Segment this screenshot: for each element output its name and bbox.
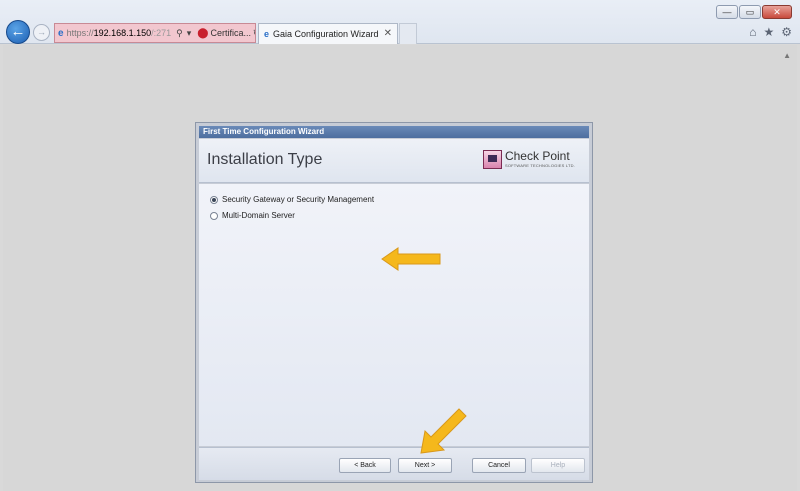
option-label[interactable]: Security Gateway or Security Management [222, 195, 374, 204]
check-point-logo-icon [482, 150, 502, 169]
browser-chrome: — ▭ ✕ ← → e https:// 192.168.1.150 /:271… [0, 0, 800, 44]
url-host: 192.168.1.150 [93, 28, 152, 38]
close-window-button[interactable]: ✕ [762, 5, 792, 19]
maximize-button[interactable]: ▭ [739, 5, 761, 19]
url-protocol: https:// [66, 28, 94, 38]
ie-page-icon: e [58, 27, 64, 39]
minimize-button[interactable]: — [716, 5, 738, 19]
page-title: Installation Type [207, 151, 323, 168]
configuration-wizard-dialog: First Time Configuration Wizard Installa… [195, 122, 593, 483]
option-multi-domain-server[interactable]: Multi-Domain Server [210, 211, 295, 220]
wizard-body: Security Gateway or Security Management … [199, 184, 589, 446]
cancel-button[interactable]: Cancel [472, 458, 526, 473]
annotation-arrow-left-icon [381, 247, 441, 271]
radio-security-gateway[interactable] [210, 195, 218, 204]
arrow-left-icon: ← [10, 23, 26, 40]
help-button: Help [531, 458, 585, 473]
arrow-right-icon: → [37, 27, 46, 37]
next-button[interactable]: Next > [398, 458, 452, 473]
certificate-error-icon[interactable]: ⬤ [197, 28, 208, 39]
url-rest: /:271 [151, 28, 172, 38]
home-icon[interactable]: ⌂ [749, 25, 756, 39]
tab-title: Gaia Configuration Wizard [273, 29, 379, 39]
new-tab-button[interactable] [399, 23, 417, 44]
option-label[interactable]: Multi-Domain Server [222, 211, 295, 220]
certificate-error-label[interactable]: Certifica... [211, 28, 252, 38]
wizard-footer: < Back Next > Cancel Help [199, 447, 589, 480]
address-bar[interactable]: e https:// 192.168.1.150 /:271 ⚲ ▾ ⬤ Cer… [54, 23, 256, 43]
check-point-logo: Check Point SOFTWARE TECHNOLOGIES LTD. [482, 149, 575, 169]
tab-gaia-configuration-wizard[interactable]: e Gaia Configuration Wizard ✕ [258, 23, 398, 44]
option-security-gateway[interactable]: Security Gateway or Security Management [210, 195, 374, 204]
ie-tab-icon: e [264, 29, 270, 39]
gear-icon[interactable]: ⚙ [781, 25, 792, 39]
forward-button[interactable]: → [33, 24, 50, 41]
toolbar-icons: ⌂ ★ ⚙ [749, 25, 792, 39]
window-controls: — ▭ ✕ [716, 5, 792, 19]
tab-close-icon[interactable]: ✕ [384, 28, 392, 39]
annotation-arrow-down-left-icon [420, 408, 467, 454]
dropdown-icon[interactable]: ▾ [187, 28, 192, 39]
search-icon[interactable]: ⚲ [176, 28, 183, 39]
radio-multi-domain-server[interactable] [210, 211, 218, 220]
star-icon[interactable]: ★ [763, 25, 774, 39]
logo-name: Check Point [504, 149, 570, 163]
refresh-icon[interactable]: ↻ [253, 28, 255, 39]
logo-tagline: SOFTWARE TECHNOLOGIES LTD. [504, 163, 575, 168]
back-button[interactable]: ← [6, 20, 30, 44]
scroll-up-icon[interactable]: ▲ [783, 51, 791, 60]
wizard-header: Installation Type Check Point SOFTWARE T… [199, 139, 589, 183]
back-button[interactable]: < Back [339, 458, 391, 473]
wizard-titlebar: First Time Configuration Wizard [199, 126, 589, 138]
